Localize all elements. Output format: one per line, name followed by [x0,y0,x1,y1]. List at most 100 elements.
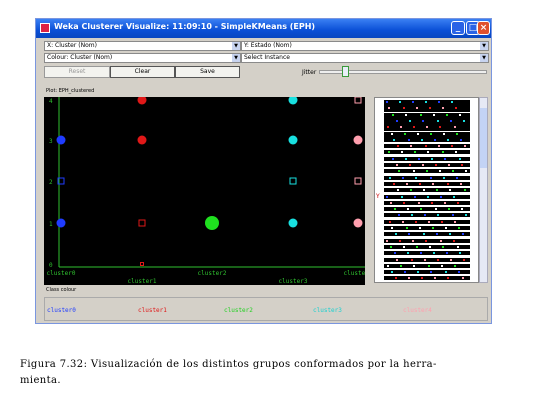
matrix-scrollbar[interactable] [479,97,488,283]
jitter-slider-thumb[interactable] [342,66,350,77]
strip-dot [433,252,435,255]
attribute-strip[interactable] [384,131,470,138]
strip-dot [411,258,413,261]
attribute-strip[interactable] [384,257,470,262]
clear-button[interactable]: Clear [110,66,175,78]
title-bar[interactable]: Weka Clusterer Visualize: 11:09:10 - Sim… [36,19,491,38]
data-point [205,216,219,230]
x-axis-value: X: Cluster (Nom) [47,42,97,49]
attribute-strip[interactable] [384,125,470,132]
attribute-strip[interactable] [384,219,470,224]
strip-dot [389,176,391,179]
data-point [353,218,363,228]
strip-dot [434,277,436,280]
y-tick-label: 4 [49,98,53,105]
y-axis-select[interactable]: Y: Estado (Nom) ▼ [241,41,489,51]
attribute-strip[interactable] [384,232,470,237]
strip-dot [413,126,415,129]
strip-dot [387,126,389,129]
attribute-strip[interactable] [384,144,470,149]
strip-dot [415,176,417,179]
legend-item[interactable]: cluster2 [224,307,253,314]
data-point [56,218,66,228]
strip-dot [438,145,440,148]
attribute-strip[interactable] [384,226,470,230]
attribute-strip[interactable] [384,100,470,106]
attribute-strip[interactable] [384,112,470,119]
strip-dot [422,119,424,122]
strip-dot [456,176,458,179]
attribute-strip[interactable] [384,188,470,193]
data-point [138,219,146,227]
strip-dot [429,245,431,248]
strip-dot [393,182,395,185]
attribute-strip[interactable] [384,169,470,174]
strip-dot [429,107,431,110]
scrollbar-thumb[interactable] [480,108,487,168]
strip-dot [463,119,465,122]
strip-dot [445,271,447,274]
attribute-strip[interactable] [384,213,470,218]
attribute-strip[interactable] [384,276,470,281]
strip-dot [460,138,462,141]
attribute-strip[interactable] [384,238,470,243]
strip-dot [404,271,406,274]
attribute-matrix-panel[interactable]: Y [374,97,479,283]
strip-dot [422,164,424,166]
save-button[interactable]: Save [175,66,240,78]
strip-dot [449,233,451,236]
scatter-plot[interactable]: 0 1 2 3 4 cluster0 cluster2 cluster4 cluster1 clu… [44,95,373,285]
strip-dot [423,233,425,236]
attribute-strip[interactable] [384,150,470,155]
strip-dot [430,132,432,135]
attribute-strip[interactable] [384,251,470,256]
attribute-strip[interactable] [384,207,470,212]
reset-button[interactable]: Reset [44,66,110,78]
jitter-label: Jitter [302,69,317,76]
strip-dot [405,113,407,116]
legend-item[interactable]: cluster4 [403,307,432,314]
attribute-strip[interactable] [384,270,470,275]
data-point [288,218,298,228]
scatter-plot-svg: 0 1 2 3 4 cluster0 cluster2 cluster4 cluster1 clu… [47,95,373,285]
data-point [288,95,298,105]
attribute-strip[interactable] [384,181,470,186]
strip-dot [458,271,460,274]
legend-item[interactable]: cluster3 [313,307,342,314]
strip-dot [409,119,411,122]
strip-dot [439,126,441,129]
strip-dot [388,107,390,110]
strip-dot [398,170,400,173]
window-title: Weka Clusterer Visualize: 11:09:10 - Sim… [54,22,316,31]
attribute-strip[interactable] [384,163,470,167]
attribute-strip[interactable] [384,137,470,142]
select-instance-select[interactable]: Select Instance ▼ [241,53,489,63]
strip-dot [449,189,451,192]
strip-dot [403,201,405,204]
minimize-button[interactable]: _ [451,21,465,35]
attribute-strip[interactable] [384,263,470,268]
strip-dot [452,170,454,173]
strip-dot [459,113,461,116]
attribute-strip[interactable] [384,175,470,180]
colour-select[interactable]: Colour: Cluster (Nom) ▼ [44,53,241,63]
strip-dot [406,182,408,185]
y-tick-label: 3 [49,138,53,145]
close-button[interactable]: × [477,21,490,35]
strip-dot [418,201,420,204]
attribute-strip[interactable] [384,244,470,249]
strip-dot [459,157,461,160]
attribute-strip[interactable] [384,200,470,205]
attribute-strip[interactable] [384,118,470,125]
attribute-strip[interactable] [384,156,470,161]
strip-dot [450,119,452,122]
x-axis-select[interactable]: X: Cluster (Nom) ▼ [44,41,241,51]
strip-dot [414,195,416,198]
attribute-strip[interactable] [384,194,470,199]
legend-item[interactable]: cluster0 [47,307,76,314]
weka-window: Weka Clusterer Visualize: 11:09:10 - Sim… [35,18,492,324]
attribute-strip[interactable] [384,106,470,113]
strip-dot [442,151,444,154]
strip-dot [436,233,438,236]
legend-item[interactable]: cluster1 [138,307,167,314]
